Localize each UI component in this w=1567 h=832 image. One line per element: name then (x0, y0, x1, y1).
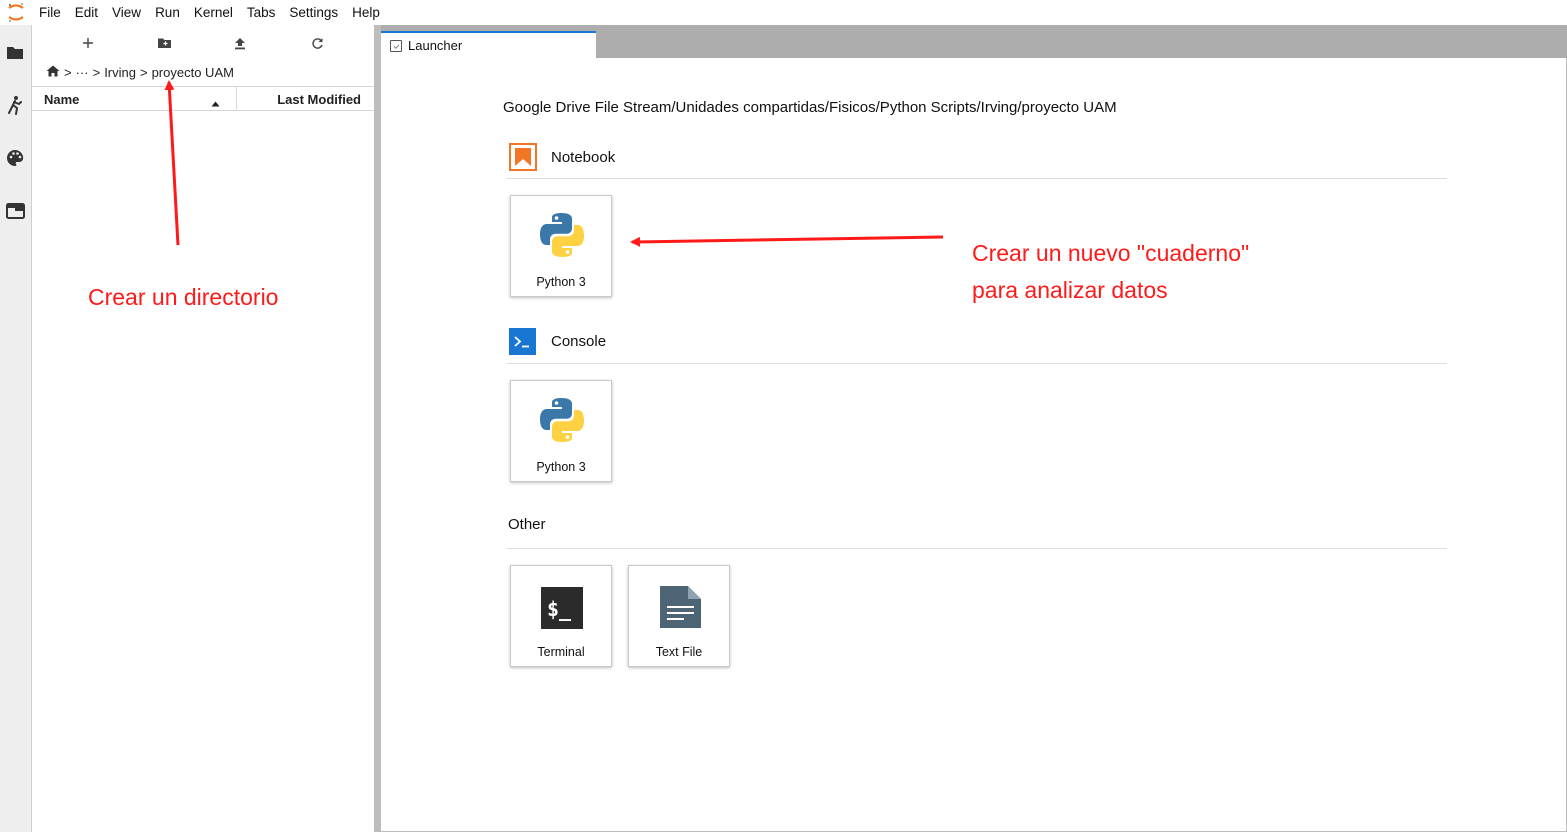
arrow-to-notebook-card (630, 235, 944, 247)
arrow-to-new-folder (164, 80, 180, 246)
annotation-arrows (164, 80, 944, 247)
